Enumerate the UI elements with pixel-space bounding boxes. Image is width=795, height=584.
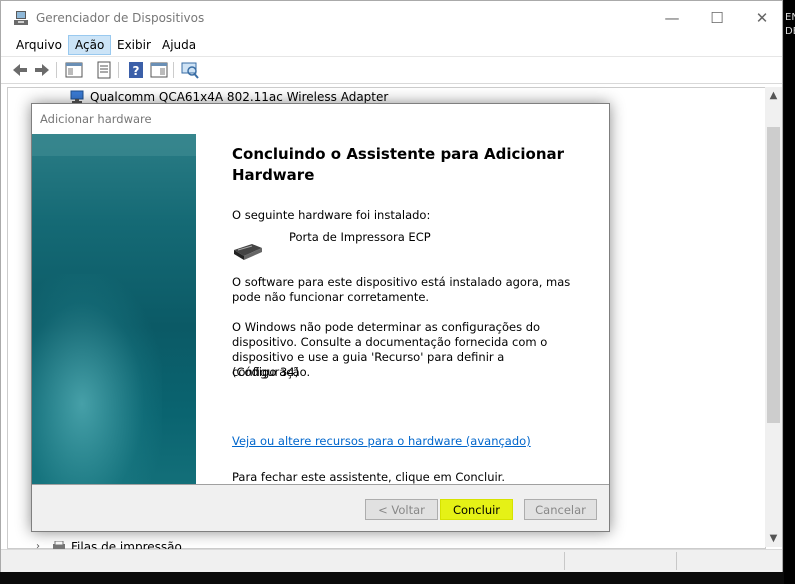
- action-pane-icon[interactable]: [149, 60, 169, 80]
- scroll-thumb[interactable]: [767, 127, 780, 423]
- printer-port-icon: [234, 244, 262, 260]
- status-bar: [1, 549, 782, 572]
- properties-icon[interactable]: [94, 60, 114, 80]
- cancel-button[interactable]: Cancelar: [524, 499, 597, 520]
- help-icon[interactable]: ?: [126, 60, 146, 80]
- config-text-line2: dispositivo. Consulte a documentação for…: [232, 335, 548, 349]
- menu-bar: Arquivo Ação Exibir Ajuda: [1, 34, 782, 57]
- wizard-heading: Concluindo o Assistente para Adicionar H…: [232, 145, 565, 184]
- menu-arquivo[interactable]: Arquivo: [10, 36, 68, 54]
- dialog-title: Adicionar hardware: [40, 112, 152, 126]
- software-text-line2: pode não funcionar corretamente.: [232, 290, 430, 304]
- scroll-down-icon[interactable]: ▼: [765, 530, 782, 547]
- status-divider: [564, 552, 565, 570]
- wizard-content: Concluindo o Assistente para Adicionar H…: [232, 144, 572, 484]
- title-bar: Gerenciador de Dispositivos — ☐ ✕: [1, 1, 782, 34]
- menu-acao[interactable]: Ação: [68, 35, 112, 55]
- config-text-line4: (Código 34): [232, 365, 300, 379]
- close-button[interactable]: ✕: [739, 3, 785, 33]
- vertical-scrollbar[interactable]: ▲ ▼: [765, 87, 782, 547]
- scroll-up-icon[interactable]: ▲: [765, 87, 782, 104]
- back-button[interactable]: < Voltar: [365, 499, 438, 520]
- toolbar-separator: [56, 62, 57, 78]
- maximize-button[interactable]: ☐: [694, 3, 740, 33]
- scan-hardware-icon[interactable]: [180, 60, 200, 80]
- view-resources-link[interactable]: Veja ou altere recursos para o hardware …: [232, 434, 531, 449]
- status-divider: [676, 552, 677, 570]
- finish-button[interactable]: Concluir: [440, 499, 513, 520]
- add-hardware-dialog: Adicionar hardware Concluindo o Assisten…: [31, 103, 610, 532]
- software-text-line1: O software para este dispositivo está in…: [232, 275, 571, 289]
- show-hide-tree-icon[interactable]: [64, 60, 84, 80]
- back-arrow-icon[interactable]: [10, 60, 30, 80]
- close-hint: Para fechar este assistente, clique em C…: [232, 470, 506, 484]
- forward-arrow-icon[interactable]: [32, 60, 52, 80]
- menu-ajuda[interactable]: Ajuda: [156, 36, 202, 54]
- toolbar: ?: [1, 57, 782, 84]
- tree-item-wireless-adapter[interactable]: Qualcomm QCA61x4A 802.11ac Wireless Adap…: [90, 90, 388, 104]
- window-title: Gerenciador de Dispositivos: [36, 11, 205, 25]
- config-text-line1: O Windows não pode determinar as configu…: [232, 320, 541, 334]
- banner-glow: [32, 274, 162, 484]
- device-manager-icon: [14, 11, 28, 25]
- menu-exibir[interactable]: Exibir: [111, 36, 157, 54]
- toolbar-separator: [118, 62, 119, 78]
- wizard-banner: [32, 134, 196, 484]
- installed-label: O seguinte hardware foi instalado:: [232, 208, 431, 222]
- device-name: Porta de Impressora ECP: [289, 230, 431, 244]
- network-adapter-icon: [70, 90, 84, 103]
- edge-text: DE: [785, 26, 795, 37]
- desktop-edge: [784, 0, 795, 584]
- toolbar-separator: [173, 62, 174, 78]
- banner-band: [32, 134, 196, 156]
- dialog-button-bar: < Voltar Concluir Cancelar: [32, 485, 609, 531]
- minimize-button[interactable]: —: [649, 3, 695, 33]
- svg-text:?: ?: [133, 64, 140, 78]
- edge-text: EN: [785, 12, 795, 23]
